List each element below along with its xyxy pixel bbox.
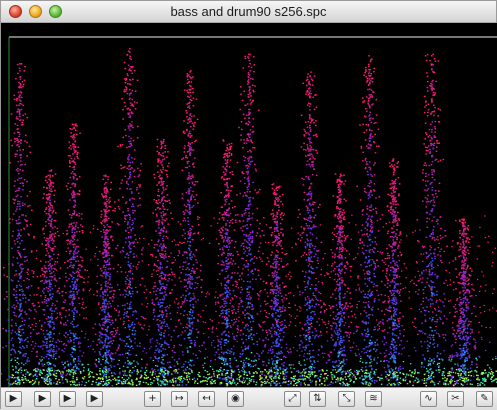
view-button[interactable]: ◉ — [227, 391, 244, 407]
play-selection-button[interactable]: ▶ — [34, 391, 51, 407]
zoom-frequency-button[interactable]: ⇅ — [309, 391, 326, 407]
pencil-button[interactable]: ✎ — [476, 391, 493, 407]
shrink-time-button[interactable]: ↤ — [198, 391, 215, 407]
spectrogram-canvas[interactable] — [1, 23, 497, 387]
fit-all-button[interactable]: ⤢ — [284, 391, 301, 407]
bottom-toolbar: ▶ ▶ ▶ ▶ + ↦ ↤ ◉ ⤢ ⇅ ⤡ ≋ ∿ ✂ ✎ — [1, 387, 497, 410]
play-from-cursor-button[interactable]: ▶ — [86, 391, 103, 407]
waveform-button[interactable]: ∿ — [420, 391, 437, 407]
expand-time-button[interactable]: ↦ — [171, 391, 188, 407]
filter-button[interactable]: ≋ — [365, 391, 382, 407]
cut-button[interactable]: ✂ — [447, 391, 464, 407]
play-loop-button[interactable]: ▶ — [59, 391, 76, 407]
zoom-out-button[interactable]: ⤡ — [338, 391, 355, 407]
window-title: bass and drum90 s256.spc — [1, 4, 496, 19]
title-bar[interactable]: bass and drum90 s256.spc — [1, 1, 496, 23]
zoom-in-time-button[interactable]: + — [144, 391, 161, 407]
spectrogram-plot — [1, 23, 497, 387]
play-button[interactable]: ▶ — [5, 391, 22, 407]
spectrogram-window: bass and drum90 s256.spc ▶ ▶ ▶ ▶ + ↦ ↤ ◉ ⤢ ⇅ ⤡ ≋ ∿ ✂ ✎ — [0, 0, 497, 409]
